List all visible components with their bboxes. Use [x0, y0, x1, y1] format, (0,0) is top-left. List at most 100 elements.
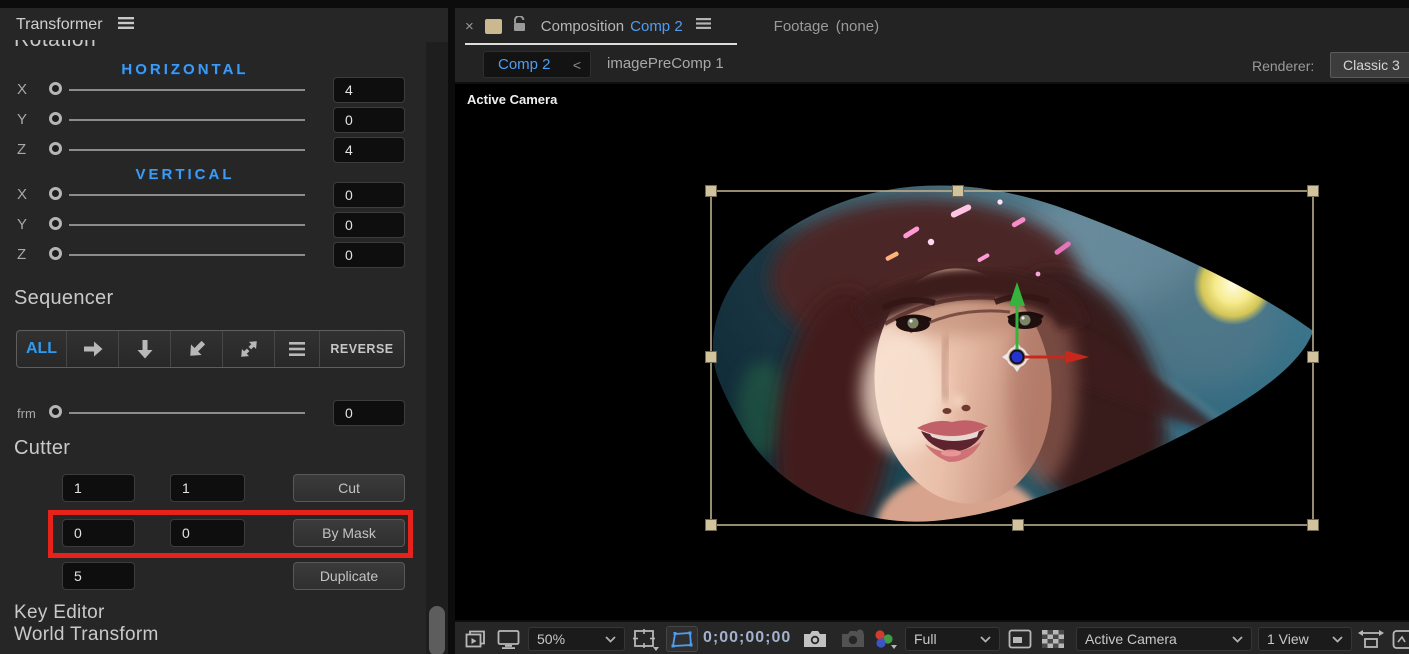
panel-scrollbar[interactable] [426, 42, 448, 654]
active-tab-underline [465, 43, 737, 45]
show-channel-rgb-icon[interactable] [872, 629, 898, 654]
cut-button[interactable]: Cut [293, 474, 405, 502]
value-field-vx[interactable] [333, 182, 405, 208]
arrow-down-right-icon[interactable] [171, 331, 223, 367]
slider-knob[interactable] [49, 82, 62, 95]
chevron-left-icon: < [572, 56, 581, 73]
slider-knob[interactable] [49, 405, 62, 418]
cutter-row1-input1[interactable] [62, 474, 135, 502]
slider-label: X [17, 81, 28, 98]
zoom-level-dropdown[interactable]: 50% [528, 627, 625, 651]
cutter-row2-input1[interactable] [62, 519, 135, 547]
slider-knob[interactable] [49, 217, 62, 230]
always-preview-icon[interactable] [465, 629, 489, 654]
arrow-down-icon[interactable] [119, 331, 171, 367]
unlock-icon[interactable] [513, 14, 526, 37]
composition-canvas [705, 185, 1319, 531]
slider-label: Z [17, 141, 27, 158]
slider-row-hx: X [0, 75, 448, 105]
frm-value-field[interactable] [333, 400, 405, 426]
cutter-row2-input2[interactable] [170, 519, 245, 547]
slider-row-vy: Y [0, 210, 448, 240]
transformer-panel-header: Transformer [0, 8, 448, 42]
value-field-hz[interactable] [333, 137, 405, 163]
3d-view-dropdown[interactable]: Active Camera [1076, 627, 1252, 651]
mask-visibility-button[interactable] [666, 626, 698, 652]
slider-label: Y [17, 216, 28, 233]
cutter-row3-input1[interactable] [62, 562, 135, 590]
tab-composition-name[interactable]: Comp 2 [630, 18, 683, 35]
arrows-diagonal-icon[interactable] [223, 331, 275, 367]
active-camera-label: Active Camera [467, 92, 558, 107]
transparency-grid-icon[interactable] [1041, 629, 1065, 654]
tab-footage-label: Footage [773, 17, 829, 35]
sequencer-button-row: ALL REVERSE [16, 330, 405, 368]
frm-label: frm [17, 406, 36, 421]
slider-row-vx: X [0, 180, 448, 210]
slider-row-hy: Y [0, 105, 448, 135]
slider-track [69, 254, 305, 256]
slider-track [69, 194, 305, 196]
panel-divider[interactable] [448, 0, 455, 654]
slider-track [69, 412, 305, 414]
arrow-right-icon[interactable] [67, 331, 119, 367]
slider-track [69, 224, 305, 226]
value-field-hy[interactable] [333, 107, 405, 133]
mask-path-icon [671, 631, 693, 647]
sequencer-all-button[interactable]: ALL [17, 331, 67, 367]
lines-icon[interactable] [275, 331, 320, 367]
chevron-down-icon [605, 635, 616, 643]
viewer-toolbar: 50% 0;00;00;00 Full Active Camera 1 View [455, 620, 1409, 654]
scrollbar-thumb[interactable] [429, 606, 445, 654]
slider-row-hz: Z [0, 135, 448, 165]
slider-knob[interactable] [49, 142, 62, 155]
panel-color-swatch [484, 18, 502, 34]
slider-label: Y [17, 111, 28, 128]
frame-strip [455, 0, 1409, 8]
current-time-display[interactable]: 0;00;00;00 [703, 629, 791, 647]
duplicate-button[interactable]: Duplicate [293, 562, 405, 590]
breadcrumb-parent-comp[interactable]: imagePreComp 1 [607, 55, 724, 72]
gizmo-z-anchor[interactable] [1009, 349, 1025, 365]
slider-knob[interactable] [49, 112, 62, 125]
sequencer-heading: Sequencer [14, 287, 114, 309]
after-effects-window: Transformer Rotation HORIZONTAL X Y Z [0, 0, 1409, 654]
snapshot-camera-icon[interactable] [802, 629, 828, 654]
value-field-vz[interactable] [333, 242, 405, 268]
value-field-vy[interactable] [333, 212, 405, 238]
cutter-heading: Cutter [14, 437, 71, 459]
by-mask-button[interactable]: By Mask [293, 519, 405, 547]
resolution-dropdown[interactable]: Full [905, 627, 1000, 651]
close-icon[interactable]: × [465, 18, 474, 35]
tab-composition-label[interactable]: Composition [541, 18, 624, 35]
chevron-down-icon [980, 635, 991, 643]
tab-footage-name: (none) [835, 17, 880, 35]
tab-menu-icon[interactable] [695, 17, 712, 35]
slider-knob[interactable] [49, 247, 62, 260]
sequencer-reverse-button[interactable]: REVERSE [320, 331, 404, 367]
show-snapshot-icon[interactable] [840, 629, 866, 654]
breadcrumb-current-comp[interactable]: Comp 2 < [483, 51, 591, 78]
renderer-button[interactable]: Classic 3 [1330, 52, 1409, 78]
slider-label: X [17, 186, 28, 203]
breadcrumb: Comp 2 < imagePreComp 1 Renderer: Classi… [455, 50, 1409, 80]
viewer-tab-bar: × Composition Comp 2 Footage (none) [455, 8, 1409, 44]
chevron-down-icon [1332, 635, 1343, 643]
region-of-interest-icon[interactable] [1008, 629, 1032, 654]
grid-guides-icon[interactable] [633, 629, 660, 654]
monitor-icon[interactable] [497, 629, 520, 654]
masked-photo-layer [712, 185, 1313, 522]
pixel-aspect-icon[interactable] [1392, 629, 1409, 654]
composition-viewport[interactable]: Active Camera [455, 84, 1409, 620]
bokeh-light [1193, 245, 1273, 325]
slider-track [69, 149, 305, 151]
cutter-row1-input2[interactable] [170, 474, 245, 502]
slider-row-vz: Z [0, 240, 448, 270]
share-view-options-icon[interactable] [1358, 629, 1384, 654]
composition-panel: × Composition Comp 2 Footage (none) Comp… [455, 0, 1409, 654]
panel-menu-icon[interactable] [117, 16, 135, 35]
view-layout-dropdown[interactable]: 1 View [1258, 627, 1352, 651]
slider-knob[interactable] [49, 187, 62, 200]
value-field-hx[interactable] [333, 77, 405, 103]
tab-footage[interactable]: Footage (none) [774, 18, 879, 35]
